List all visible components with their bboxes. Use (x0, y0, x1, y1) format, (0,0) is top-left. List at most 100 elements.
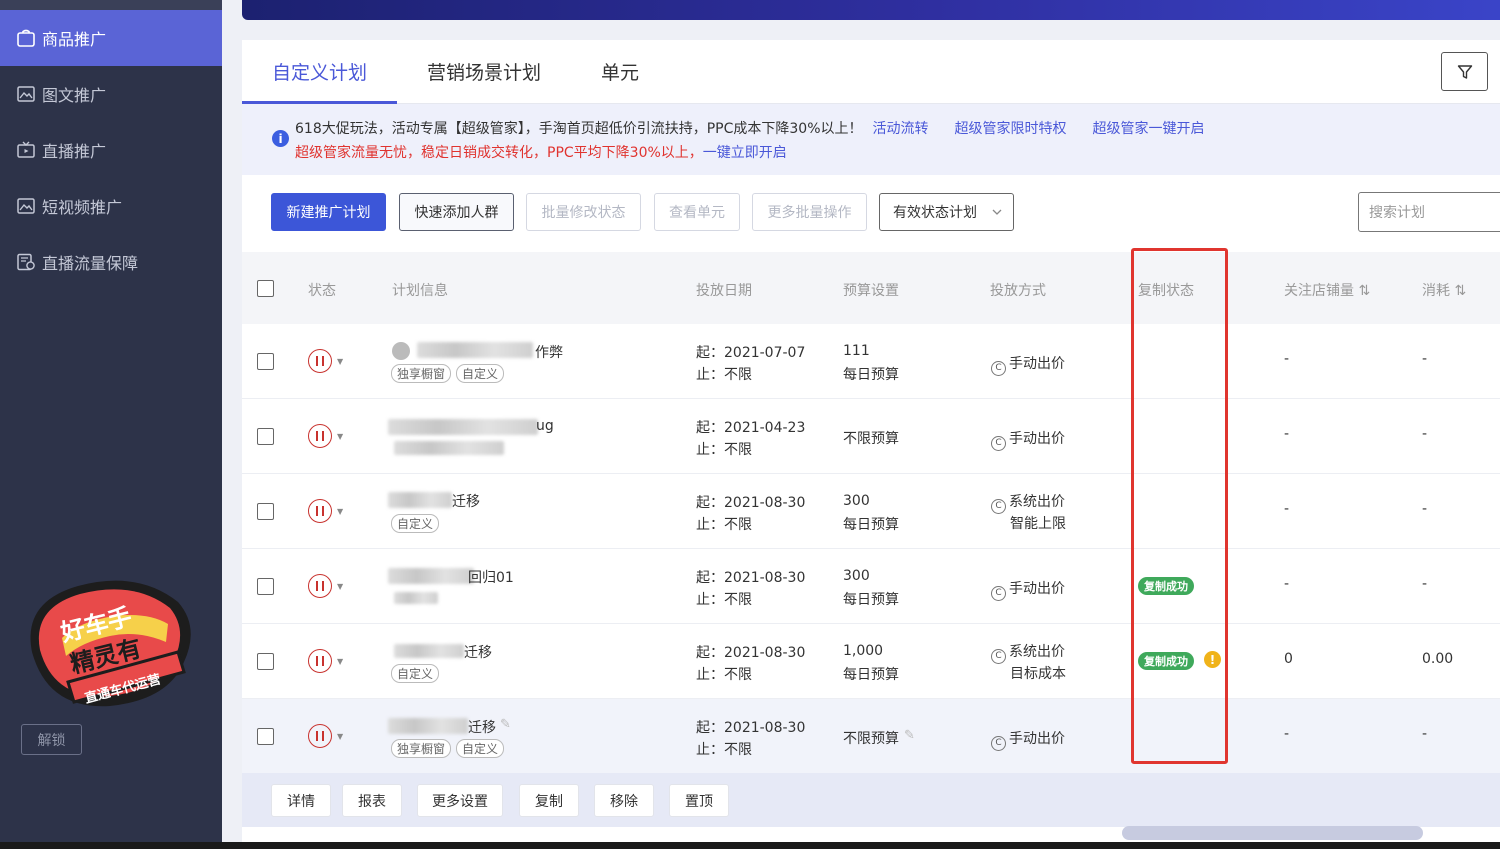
detail-button[interactable]: 详情 (271, 784, 331, 817)
notice-link-enable-now[interactable]: 一键立即开启 (703, 145, 787, 161)
row-checkbox[interactable] (257, 353, 274, 370)
copyright-icon: C (991, 735, 1006, 751)
budget-type: 每日预算 (843, 517, 899, 533)
bid-method: C 手动出价 (991, 728, 1065, 751)
sidebar-item-live-promo[interactable]: 直播推广 (0, 122, 222, 178)
tag-custom: 自定义 (456, 364, 505, 383)
view-unit-button[interactable]: 查看单元 (654, 193, 740, 231)
start-date: 起：2021-08-30 (696, 645, 806, 661)
caret-down-icon[interactable]: ▼ (337, 432, 343, 441)
quick-add-audience-button[interactable]: 快速添加人群 (399, 193, 514, 231)
status-filter-select[interactable]: 有效状态计划 (879, 193, 1014, 231)
bid-method-label: 系统出价 (1009, 494, 1065, 510)
more-batch-button[interactable]: 更多批量操作 (752, 193, 867, 231)
tab-unit[interactable]: 单元 (571, 58, 669, 103)
plan-name-suffix: 迁移 (452, 494, 480, 510)
batch-status-button[interactable]: 批量修改状态 (526, 193, 641, 231)
table-row[interactable]: ▼ 迁移 自定义 起：2021-08-30 止：不限 1,000 每日预算 C系… (242, 624, 1500, 699)
sidebar-top-strip (0, 0, 222, 10)
edit-pencil-icon[interactable]: ✎ (500, 717, 511, 732)
report-button[interactable]: 报表 (342, 784, 402, 817)
budget-amount: 300 (843, 568, 870, 584)
plan-name-suffix: 迁移 (464, 645, 492, 661)
horizontal-scrollbar[interactable] (1122, 826, 1423, 840)
sidebar-item-label: 短视频推广 (42, 198, 123, 217)
notice-link-privilege[interactable]: 超级管家限时特权 (955, 121, 1067, 137)
pin-top-button[interactable]: 置顶 (669, 784, 729, 817)
row-checkbox[interactable] (257, 653, 274, 670)
pause-status-icon[interactable] (308, 499, 332, 523)
pause-status-icon[interactable] (308, 574, 332, 598)
sidebar-item-image-promo[interactable]: 图文推广 (0, 66, 222, 122)
header-plan-info: 计划信息 (392, 283, 448, 299)
tab-custom-plan[interactable]: 自定义计划 (242, 58, 398, 104)
warning-icon[interactable]: ! (1204, 651, 1221, 668)
row-checkbox[interactable] (257, 728, 274, 745)
sidebar-item-product-promo[interactable]: 商品推广 (0, 10, 222, 66)
caret-down-icon[interactable]: ▼ (337, 507, 343, 516)
pause-status-icon[interactable] (308, 424, 332, 448)
follow-count: - (1284, 576, 1290, 592)
notice-bar: i 618大促玩法，活动专属【超级管家】，手淘首页超低价引流扶持，PPC成本下降… (242, 104, 1500, 175)
sidebar-item-label: 直播推广 (42, 142, 107, 161)
copy-button[interactable]: 复制 (519, 784, 579, 817)
bid-method-label: 手动出价 (1009, 356, 1065, 372)
notice-link-enable[interactable]: 超级管家一键开启 (1093, 121, 1205, 137)
caret-down-icon[interactable]: ▼ (337, 582, 343, 591)
caret-down-icon[interactable]: ▼ (337, 357, 343, 366)
pause-status-icon[interactable] (308, 724, 332, 748)
plan-name-suffix: ug (536, 418, 554, 434)
copy-success-badge: 复制成功 (1138, 652, 1194, 670)
copyright-icon: C (991, 360, 1006, 376)
pause-status-icon[interactable] (308, 649, 332, 673)
sidebar-item-label: 直播流量保障 (42, 254, 139, 273)
sidebar-item-video-promo[interactable]: 短视频推广 (0, 178, 222, 234)
bid-method-label: 手动出价 (1009, 731, 1065, 747)
start-date: 起：2021-04-23 (696, 420, 806, 436)
more-settings-button[interactable]: 更多设置 (417, 784, 503, 817)
row-checkbox[interactable] (257, 578, 274, 595)
redacted-tags (394, 592, 438, 604)
header-follow-count[interactable]: 关注店铺量 ⇅ (1284, 280, 1370, 300)
row-checkbox[interactable] (257, 503, 274, 520)
tag-exclusive-window: 独享橱窗 (391, 364, 452, 383)
cost-value: - (1422, 726, 1428, 742)
edit-pencil-icon[interactable]: ✎ (904, 728, 915, 743)
cost-value: - (1422, 426, 1428, 442)
plan-type-icon (392, 342, 410, 360)
select-all-checkbox[interactable] (257, 280, 274, 297)
notice-line1: 618大促玩法，活动专属【超级管家】，手淘首页超低价引流扶持，PPC成本下降30… (295, 118, 1205, 138)
table-row[interactable]: ▼ ug 起：2021-04-23 止：不限 不限预算 C 手动出价 - - (242, 399, 1500, 474)
table-row[interactable]: ▼ 迁移 ✎ 独享橱窗 自定义 起：2021-08-30 止：不限 不限预算 ✎… (242, 699, 1500, 774)
redacted-name (417, 342, 533, 358)
sidebar-item-label: 图文推广 (42, 86, 107, 105)
table-row[interactable]: ▼ 回归01 起：2021-08-30 止：不限 300 每日预算 C 手动出价 … (242, 549, 1500, 624)
main-panel: 自定义计划 营销场景计划 单元 i 618大促玩法，活动专属【超级管家】，手淘首… (242, 40, 1500, 849)
start-date: 起：2021-07-07 (696, 345, 806, 361)
unlock-button[interactable]: 解锁 (21, 724, 82, 755)
caret-down-icon[interactable]: ▼ (337, 732, 343, 741)
notice-link-activity[interactable]: 活动流转 (873, 121, 929, 137)
cost-value: - (1422, 576, 1428, 592)
status-filter-value: 有效状态计划 (893, 205, 977, 221)
copy-success-badge: 复制成功 (1138, 577, 1194, 595)
header-cost[interactable]: 消耗 ⇅ (1422, 280, 1466, 300)
tag-exclusive-window: 独享橱窗 (391, 739, 452, 758)
new-plan-button[interactable]: 新建推广计划 (271, 193, 386, 231)
tab-marketing-scene-plan[interactable]: 营销场景计划 (397, 58, 571, 103)
cost-value: 0.00 (1422, 651, 1454, 667)
remove-button[interactable]: 移除 (594, 784, 654, 817)
tag-custom: 自定义 (391, 664, 440, 683)
caret-down-icon[interactable]: ▼ (337, 657, 343, 666)
pause-status-icon[interactable] (308, 349, 332, 373)
tag-custom: 自定义 (391, 514, 440, 533)
table-row[interactable]: ▼ 作弊 独享橱窗 自定义 起：2021-07-07 止：不限 111 每日预算… (242, 324, 1500, 399)
budget-amount: 300 (843, 493, 870, 509)
row-action-bar: 详情 报表 更多设置 复制 移除 置顶 (242, 773, 1500, 827)
table-row[interactable]: ▼ 迁移 自定义 起：2021-08-30 止：不限 300 每日预算 C 系统出… (242, 474, 1500, 549)
search-input[interactable]: 搜索计划 (1358, 192, 1500, 232)
row-checkbox[interactable] (257, 428, 274, 445)
end-date: 止：不限 (696, 592, 752, 608)
sidebar-item-live-traffic[interactable]: 直播流量保障 (0, 234, 222, 290)
filter-button[interactable] (1441, 52, 1488, 91)
